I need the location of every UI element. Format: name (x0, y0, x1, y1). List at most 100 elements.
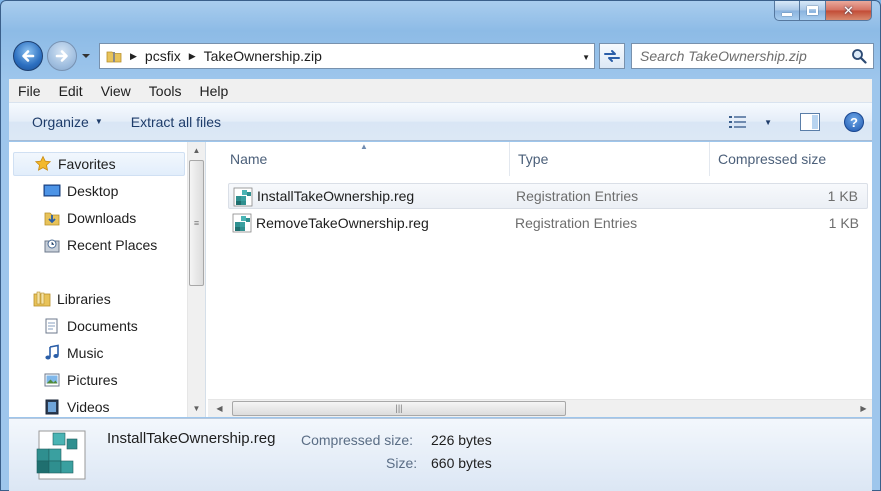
music-icon (43, 344, 61, 362)
search-input[interactable] (640, 48, 840, 64)
compressed-size-label: Compressed size: (301, 432, 414, 448)
sidebar-label: Recent Places (67, 237, 158, 253)
organize-label: Organize (32, 113, 89, 130)
desktop-icon (43, 182, 61, 200)
sidebar-scroll-thumb[interactable]: ≡ (189, 160, 204, 286)
search-icon[interactable] (851, 48, 867, 64)
column-compressed-size[interactable]: Compressed size (710, 142, 852, 176)
close-icon: ✕ (843, 3, 854, 18)
column-label: Compressed size (718, 151, 827, 167)
file-size: 1 KB (828, 215, 859, 231)
libraries-icon (33, 290, 51, 308)
navigation-pane: Favorites Desktop Downloads Recent Place… (9, 142, 206, 417)
scroll-down-icon[interactable]: ▼ (188, 400, 205, 417)
file-row[interactable]: RemoveTakeOwnership.reg Registration Ent… (228, 210, 868, 236)
file-name: RemoveTakeOwnership.reg (256, 215, 429, 231)
maximize-button[interactable] (800, 1, 826, 21)
organize-button[interactable]: Organize ▼ (22, 114, 113, 130)
file-name: InstallTakeOwnership.reg (257, 188, 415, 204)
caption-buttons: ✕ (774, 1, 872, 25)
file-list-scrollbar[interactable]: ◀ ||| ▶ (208, 399, 872, 417)
sidebar-scrollbar[interactable]: ▲ ≡ ▼ (187, 142, 205, 417)
size-label: Size: (386, 455, 418, 471)
menu-file[interactable]: File (9, 83, 50, 99)
sidebar-item-music[interactable]: Music (43, 341, 104, 365)
star-icon (34, 155, 52, 173)
registry-file-icon (232, 213, 252, 233)
details-file-name: InstallTakeOwnership.reg (107, 430, 276, 447)
sidebar-item-favorites[interactable]: Favorites (13, 152, 185, 176)
sidebar-label: Desktop (67, 183, 119, 199)
videos-icon (43, 398, 61, 416)
scroll-left-icon[interactable]: ◀ (211, 400, 228, 417)
breadcrumb-separator-icon[interactable]: ▶ (130, 51, 137, 62)
maximize-icon (807, 6, 818, 15)
file-list-pane: ▲ Name Type Compressed size InstallTakeO… (208, 142, 872, 417)
grip-icon: ||| (395, 403, 403, 413)
minimize-button[interactable] (774, 1, 800, 21)
navigation-bar: ▶ pcsfix ▶ TakeOwnership.zip ▼ (11, 39, 874, 71)
sidebar-label: Favorites (58, 156, 116, 172)
pictures-icon (43, 371, 61, 389)
column-label: Type (518, 151, 549, 167)
file-type: Registration Entries (516, 188, 639, 204)
sidebar-item-downloads[interactable]: Downloads (43, 206, 136, 230)
help-button[interactable]: ? (844, 112, 864, 132)
sidebar-item-libraries[interactable]: Libraries (33, 287, 111, 311)
sidebar-item-documents[interactable]: Documents (43, 314, 138, 338)
sidebar-label: Pictures (67, 372, 118, 388)
registry-file-icon (233, 187, 253, 207)
sidebar-item-pictures[interactable]: Pictures (43, 368, 118, 392)
compressed-size-value: 226 bytes (431, 432, 492, 448)
sidebar-item-videos[interactable]: Videos (43, 395, 110, 419)
file-row[interactable]: InstallTakeOwnership.reg Registration En… (228, 183, 868, 209)
documents-icon (43, 317, 61, 335)
command-bar-right: ▼ ? (728, 103, 864, 141)
sidebar-label: Videos (67, 399, 110, 415)
preview-pane-button[interactable] (800, 113, 820, 131)
column-headers: ▲ Name Type Compressed size (208, 142, 872, 176)
menu-bar: File Edit View Tools Help (9, 79, 872, 103)
registry-file-large-icon (36, 430, 86, 480)
column-name[interactable]: Name (222, 142, 510, 176)
breadcrumb-takeownership-zip[interactable]: TakeOwnership.zip (204, 48, 322, 64)
size-value: 660 bytes (431, 455, 492, 471)
breadcrumb-separator-icon[interactable]: ▶ (189, 51, 196, 62)
menu-edit[interactable]: Edit (50, 83, 92, 99)
refresh-button[interactable] (599, 43, 625, 69)
forward-button[interactable] (47, 41, 77, 71)
minimize-icon (782, 13, 792, 16)
extract-all-files-button[interactable]: Extract all files (121, 114, 231, 130)
refresh-icon (604, 50, 620, 62)
zip-folder-icon (106, 51, 122, 63)
change-view-button[interactable]: ▼ (728, 114, 772, 130)
recent-places-icon (43, 236, 61, 254)
scroll-up-icon[interactable]: ▲ (188, 142, 205, 159)
breadcrumb-pcsfix[interactable]: pcsfix (145, 48, 181, 64)
details-view-icon (729, 116, 746, 128)
command-bar: Organize ▼ Extract all files ▼ ? (9, 103, 872, 141)
sidebar-label: Music (67, 345, 104, 361)
sidebar-item-desktop[interactable]: Desktop (43, 179, 118, 203)
close-button[interactable]: ✕ (826, 1, 872, 21)
menu-view[interactable]: View (92, 83, 140, 99)
search-box[interactable] (631, 43, 874, 69)
scroll-right-icon[interactable]: ▶ (855, 400, 872, 417)
column-type[interactable]: Type (510, 142, 710, 176)
details-pane: InstallTakeOwnership.reg Compressed size… (9, 418, 872, 491)
menu-help[interactable]: Help (190, 83, 237, 99)
back-button[interactable] (13, 41, 43, 71)
menu-tools[interactable]: Tools (140, 83, 191, 99)
address-bar[interactable]: ▶ pcsfix ▶ TakeOwnership.zip ▼ (99, 43, 595, 69)
sidebar-item-recent-places[interactable]: Recent Places (43, 233, 157, 257)
grip-icon: ≡ (193, 217, 200, 228)
main-content: Favorites Desktop Downloads Recent Place… (9, 142, 872, 417)
recent-pages-dropdown-icon[interactable] (81, 51, 91, 61)
view-dropdown-icon: ▼ (764, 117, 772, 127)
column-label: Name (230, 151, 268, 167)
explorer-window: ✕ ▶ pcsfix ▶ TakeOwnership.zip ▼ Search … (0, 0, 881, 491)
address-dropdown-icon[interactable]: ▼ (582, 53, 590, 62)
sidebar-label: Libraries (57, 291, 111, 307)
file-list-scroll-thumb[interactable]: ||| (232, 401, 566, 416)
file-type: Registration Entries (515, 215, 638, 231)
